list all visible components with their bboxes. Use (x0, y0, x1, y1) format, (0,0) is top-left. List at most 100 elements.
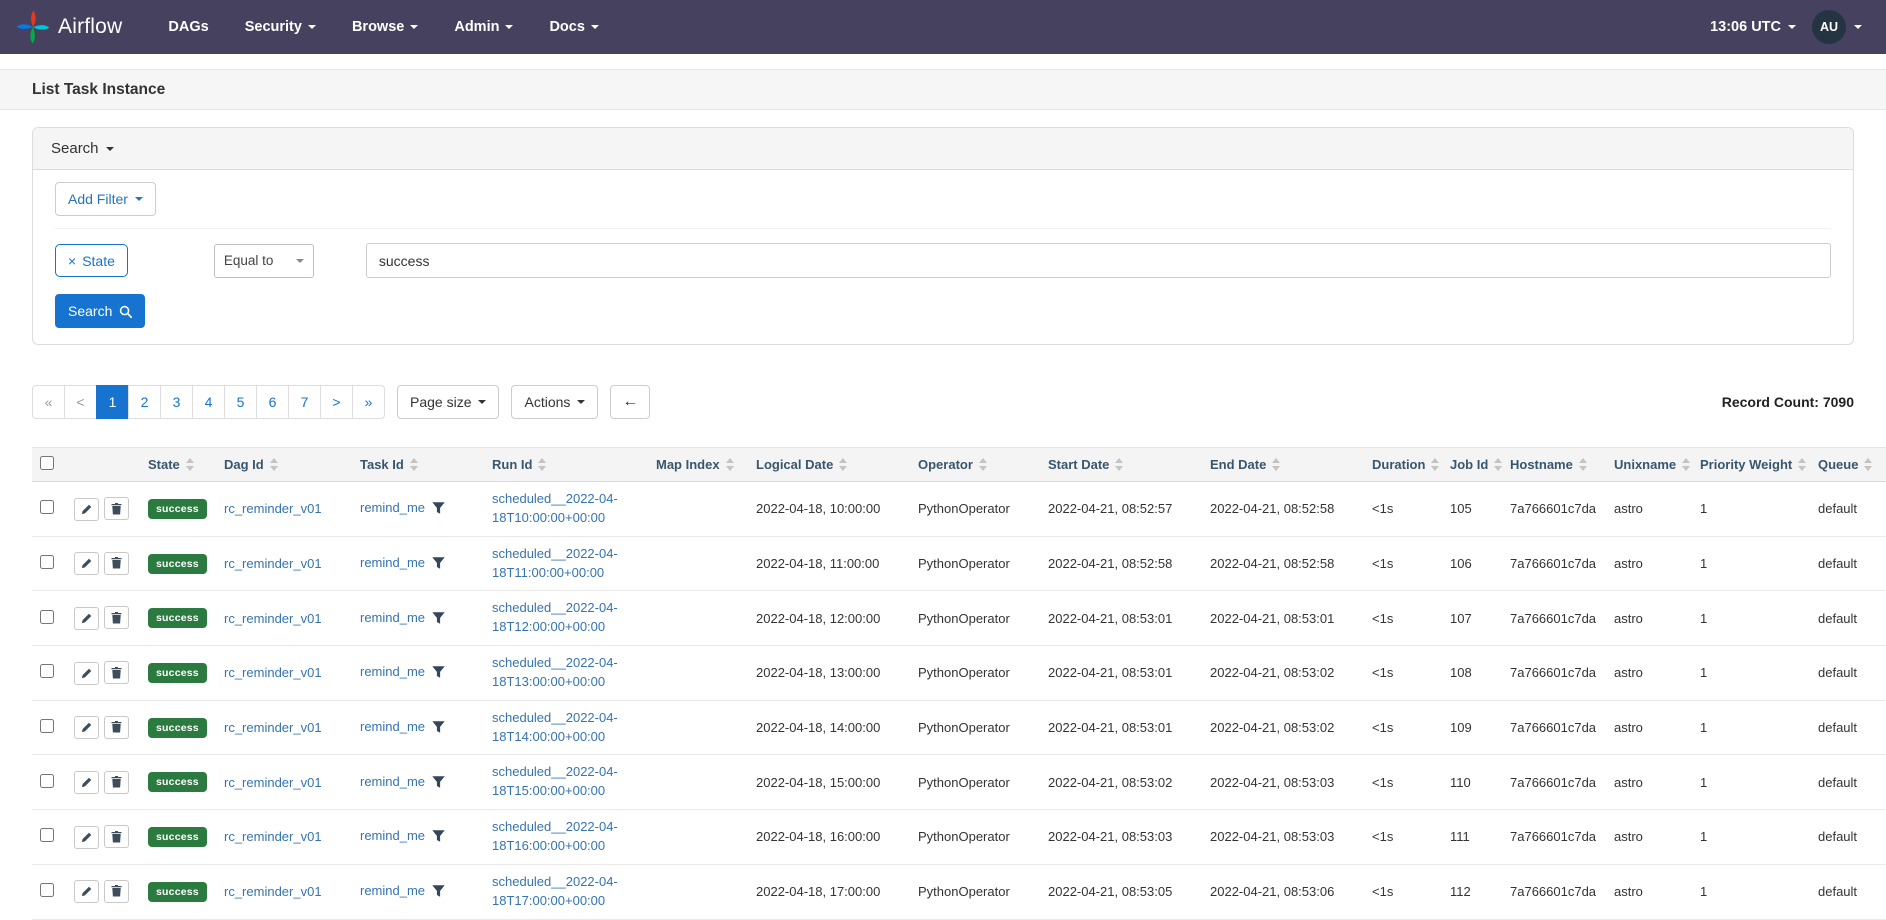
airflow-brand[interactable]: Airflow (16, 10, 122, 44)
row-checkbox[interactable] (40, 719, 54, 733)
row-checkbox[interactable] (40, 610, 54, 624)
row-checkbox[interactable] (40, 883, 54, 897)
edit-row-button[interactable] (74, 826, 99, 849)
row-checkbox[interactable] (40, 664, 54, 678)
run-id-link[interactable]: scheduled__2022-04-18T14:00:00+00:00 (492, 709, 640, 747)
delete-row-button[interactable] (104, 661, 129, 684)
dag-id-link[interactable]: rc_reminder_v01 (224, 611, 322, 626)
page-7-button[interactable]: 7 (288, 385, 321, 419)
task-id-link[interactable]: remind_me (360, 500, 425, 515)
row-checkbox[interactable] (40, 500, 54, 514)
filter-icon[interactable] (432, 885, 445, 900)
select-all-checkbox[interactable] (40, 456, 54, 470)
filter-icon[interactable] (432, 776, 445, 791)
row-checkbox[interactable] (40, 555, 54, 569)
delete-row-button[interactable] (104, 880, 129, 903)
filter-value-input[interactable] (366, 243, 1831, 278)
page-6-button[interactable]: 6 (256, 385, 289, 419)
dag-id-link[interactable]: rc_reminder_v01 (224, 775, 322, 790)
column-header-operator[interactable]: Operator (910, 448, 1040, 482)
task-id-link[interactable]: remind_me (360, 774, 425, 789)
delete-row-button[interactable] (104, 771, 129, 794)
filter-icon[interactable] (432, 721, 445, 736)
row-checkbox[interactable] (40, 774, 54, 788)
search-button[interactable]: Search (55, 294, 145, 328)
edit-row-button[interactable] (74, 607, 99, 630)
back-button[interactable]: ← (610, 385, 650, 419)
run-id-link[interactable]: scheduled__2022-04-18T10:00:00+00:00 (492, 490, 640, 528)
column-header-map-index[interactable]: Map Index (648, 448, 748, 482)
run-id-link[interactable]: scheduled__2022-04-18T12:00:00+00:00 (492, 599, 640, 637)
task-id-link[interactable]: remind_me (360, 828, 425, 843)
nav-item-admin[interactable]: Admin (454, 19, 513, 35)
column-header-hostname[interactable]: Hostname (1502, 448, 1606, 482)
nav-item-dags[interactable]: DAGs (168, 19, 208, 35)
run-id-link[interactable]: scheduled__2022-04-18T11:00:00+00:00 (492, 545, 640, 583)
dag-id-link[interactable]: rc_reminder_v01 (224, 501, 322, 516)
nav-item-docs[interactable]: Docs (549, 19, 598, 35)
dag-id-link[interactable]: rc_reminder_v01 (224, 556, 322, 571)
column-header-queue[interactable]: Queue (1810, 448, 1886, 482)
delete-row-button[interactable] (104, 552, 129, 575)
remove-state-filter-button[interactable]: × State (55, 244, 128, 277)
task-id-link[interactable]: remind_me (360, 555, 425, 570)
column-header-dag-id[interactable]: Dag Id (216, 448, 352, 482)
delete-row-button[interactable] (104, 825, 129, 848)
delete-row-button[interactable] (104, 606, 129, 629)
task-id-link[interactable]: remind_me (360, 719, 425, 734)
delete-row-button[interactable] (104, 497, 129, 520)
column-header-logical-date[interactable]: Logical Date (748, 448, 910, 482)
edit-row-button[interactable] (74, 552, 99, 575)
column-header-job-id[interactable]: Job Id (1442, 448, 1502, 482)
edit-row-button[interactable] (74, 662, 99, 685)
clock-menu[interactable]: 13:06 UTC (1710, 19, 1796, 35)
edit-row-button[interactable] (74, 716, 99, 739)
nav-item-browse[interactable]: Browse (352, 19, 418, 35)
page-first-button[interactable]: « (32, 385, 65, 419)
add-filter-button[interactable]: Add Filter (55, 182, 156, 216)
dag-id-link[interactable]: rc_reminder_v01 (224, 665, 322, 680)
column-header-priority-weight[interactable]: Priority Weight (1692, 448, 1810, 482)
dag-id-link[interactable]: rc_reminder_v01 (224, 884, 322, 899)
edit-row-button[interactable] (74, 771, 99, 794)
run-id-link[interactable]: scheduled__2022-04-18T17:00:00+00:00 (492, 873, 640, 911)
run-id-link[interactable]: scheduled__2022-04-18T13:00:00+00:00 (492, 654, 640, 692)
column-header-task-id[interactable]: Task Id (352, 448, 484, 482)
page-size-button[interactable]: Page size (397, 385, 499, 419)
page-2-button[interactable]: 2 (128, 385, 161, 419)
filter-icon[interactable] (432, 830, 445, 845)
run-id-link[interactable]: scheduled__2022-04-18T15:00:00+00:00 (492, 763, 640, 801)
page-3-button[interactable]: 3 (160, 385, 193, 419)
page-next-button[interactable]: > (320, 385, 353, 419)
edit-row-button[interactable] (74, 880, 99, 903)
column-header-start-date[interactable]: Start Date (1040, 448, 1202, 482)
column-header-end-date[interactable]: End Date (1202, 448, 1364, 482)
dag-id-link[interactable]: rc_reminder_v01 (224, 829, 322, 844)
column-header-run-id[interactable]: Run Id (484, 448, 648, 482)
filter-icon[interactable] (432, 557, 445, 572)
run-id-link[interactable]: scheduled__2022-04-18T16:00:00+00:00 (492, 818, 640, 856)
column-header-state[interactable]: State (140, 448, 216, 482)
page-1-button[interactable]: 1 (96, 385, 129, 419)
task-id-link[interactable]: remind_me (360, 664, 425, 679)
dag-id-link[interactable]: rc_reminder_v01 (224, 720, 322, 735)
filter-icon[interactable] (432, 666, 445, 681)
page-prev-button[interactable]: < (64, 385, 97, 419)
filter-icon[interactable] (432, 612, 445, 627)
filter-operator-select[interactable]: Equal to (214, 244, 314, 278)
search-panel-header[interactable]: Search (33, 128, 1853, 170)
page-4-button[interactable]: 4 (192, 385, 225, 419)
task-id-link[interactable]: remind_me (360, 610, 425, 625)
page-5-button[interactable]: 5 (224, 385, 257, 419)
nav-item-security[interactable]: Security (245, 19, 316, 35)
page-last-button[interactable]: » (352, 385, 385, 419)
column-header-unixname[interactable]: Unixname (1606, 448, 1692, 482)
edit-row-button[interactable] (74, 498, 99, 521)
task-id-link[interactable]: remind_me (360, 883, 425, 898)
filter-icon[interactable] (432, 502, 445, 517)
column-header-duration[interactable]: Duration (1364, 448, 1442, 482)
user-menu[interactable]: AU (1812, 10, 1862, 44)
actions-button[interactable]: Actions (511, 385, 598, 419)
row-checkbox[interactable] (40, 828, 54, 842)
delete-row-button[interactable] (104, 716, 129, 739)
